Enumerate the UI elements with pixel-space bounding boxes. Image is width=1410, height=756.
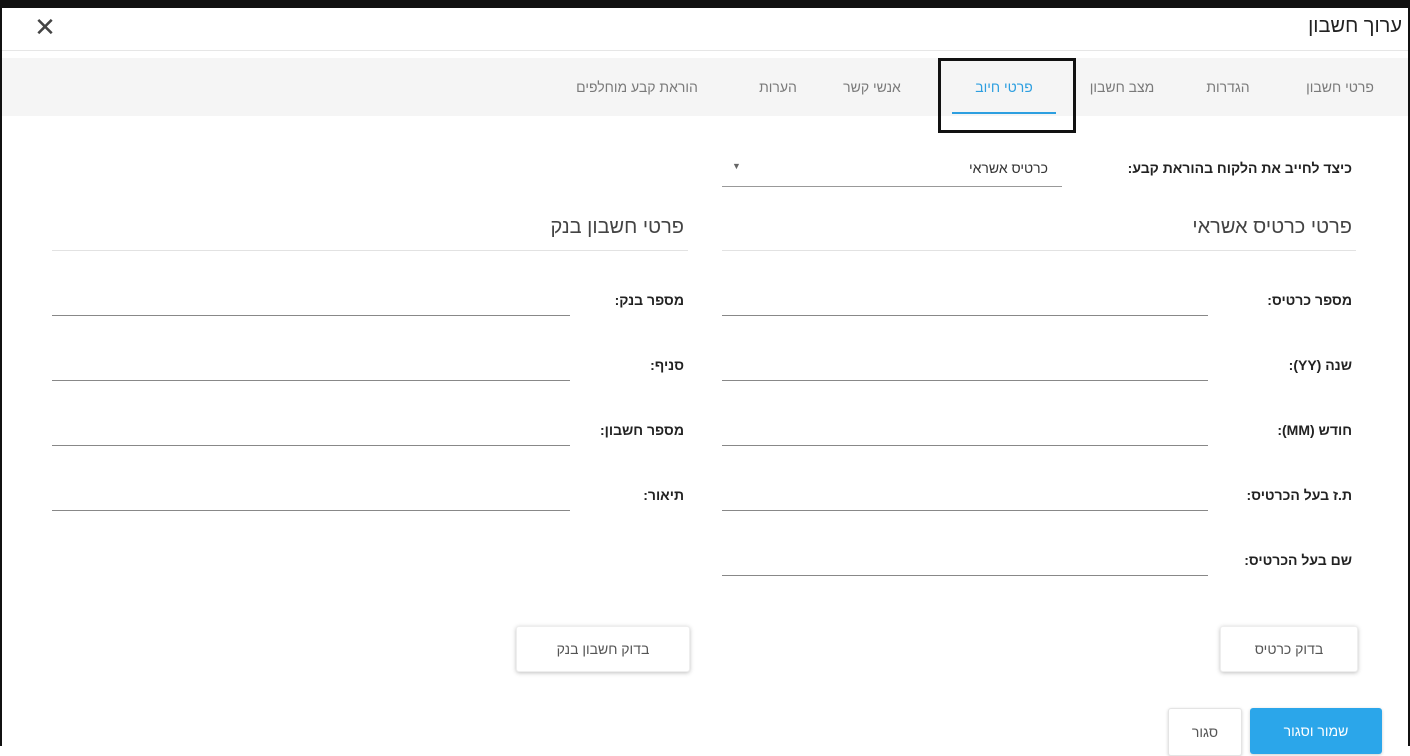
tab-contacts[interactable]: אנשי קשר xyxy=(822,58,922,116)
card-holder-name-input[interactable] xyxy=(722,546,1208,576)
credit-card-section-divider xyxy=(722,250,1356,251)
tab-account-details[interactable]: פרטי חשבון xyxy=(1284,58,1396,116)
description-input[interactable] xyxy=(52,481,570,511)
bank-section-title: פרטי חשבון בנק xyxy=(550,216,684,238)
card-holder-name-label: שם בעל הכרטיס: xyxy=(1244,552,1352,568)
card-year-input[interactable] xyxy=(722,351,1208,381)
charge-method-value: כרטיס אשראי xyxy=(968,160,1048,176)
card-number-input[interactable] xyxy=(722,286,1208,316)
dialog-title: ערוך חשבון xyxy=(1308,15,1402,37)
card-month-input[interactable] xyxy=(722,416,1208,446)
card-number-label: מספר כרטיס: xyxy=(1267,292,1352,308)
edit-account-dialog: ערוך חשבון ✕ פרטי חשבון הגדרות מצב חשבון… xyxy=(0,0,1410,756)
dialog-header: ערוך חשבון ✕ xyxy=(2,8,1408,51)
card-holder-id-input[interactable] xyxy=(722,481,1208,511)
check-card-button[interactable]: בדוק כרטיס xyxy=(1220,626,1358,672)
check-bank-account-button[interactable]: בדוק חשבון בנק xyxy=(516,626,690,672)
description-label: תיאור: xyxy=(643,487,684,503)
credit-card-section-title: פרטי כרטיס אשראי xyxy=(1192,216,1352,238)
branch-label: סניף: xyxy=(650,357,684,373)
branch-input[interactable] xyxy=(52,351,570,381)
bank-number-label: מספר בנק: xyxy=(614,292,684,308)
active-tab-indicator xyxy=(952,112,1056,114)
save-and-close-button[interactable]: שמור וסגור xyxy=(1250,708,1382,754)
close-icon[interactable]: ✕ xyxy=(30,12,60,42)
tab-billing-details[interactable]: פרטי חיוב xyxy=(942,58,1066,116)
tab-settings[interactable]: הגדרות xyxy=(1188,58,1268,116)
tab-bar: פרטי חשבון הגדרות מצב חשבון פרטי חיוב אנ… xyxy=(2,58,1408,116)
bank-number-input[interactable] xyxy=(52,286,570,316)
tab-account-status[interactable]: מצב חשבון xyxy=(1072,58,1172,116)
tab-replaced-standing-orders[interactable]: הוראת קבע מוחלפים xyxy=(542,58,732,116)
account-number-label: מספר חשבון: xyxy=(599,422,684,438)
bank-section-divider xyxy=(52,250,688,251)
account-number-input[interactable] xyxy=(52,416,570,446)
card-holder-id-label: ת.ז בעל הכרטיס: xyxy=(1246,487,1352,503)
charge-method-select[interactable]: כרטיס אשראי ▼ xyxy=(722,152,1062,187)
card-month-label: חודש (MM): xyxy=(1277,422,1352,438)
tab-notes[interactable]: הערות xyxy=(740,58,816,116)
tab-billing-details-label: פרטי חיוב xyxy=(975,79,1033,95)
close-button[interactable]: סגור xyxy=(1168,708,1242,756)
charge-method-label: כיצד לחייב את הלקוח בהוראת קבע: xyxy=(1127,160,1352,176)
card-year-label: שנה (YY): xyxy=(1288,357,1352,373)
chevron-down-icon: ▼ xyxy=(732,161,741,171)
